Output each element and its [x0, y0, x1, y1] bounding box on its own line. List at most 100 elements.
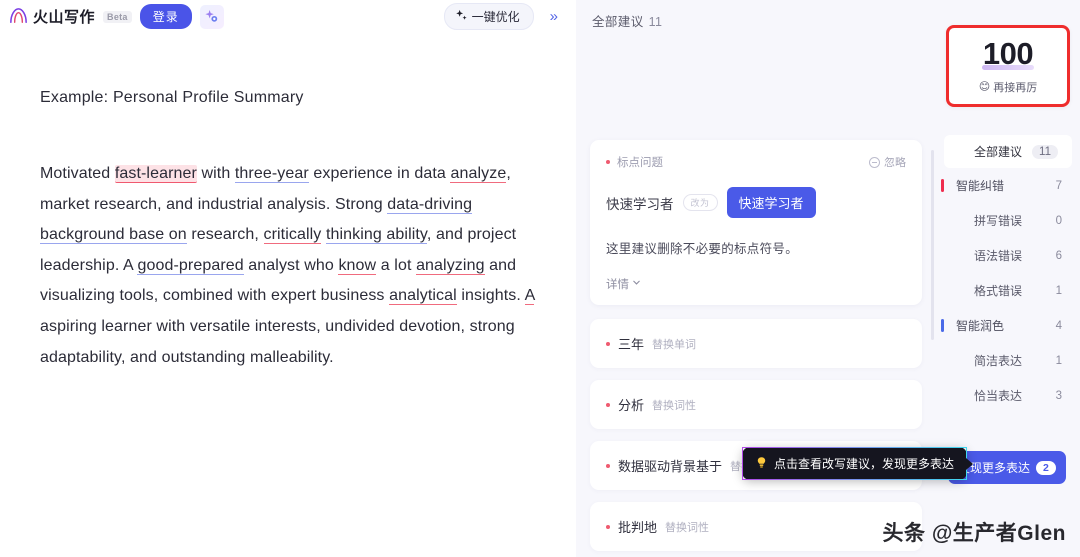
plain-text-16: a lot: [376, 256, 417, 274]
sparkle-ai-icon[interactable]: [199, 4, 224, 29]
suggestions-header-count: 11: [648, 15, 663, 29]
category-label: 格式错误: [974, 284, 1023, 298]
document-body[interactable]: Motivated fast-learner with three-year e…: [40, 159, 536, 373]
login-button[interactable]: 登录: [139, 4, 192, 29]
category-label: 语法错误: [974, 249, 1023, 263]
flagged-text-17[interactable]: analyzing: [416, 256, 485, 275]
discover-more-badge: 2: [1036, 460, 1056, 475]
category-count: 7: [1055, 179, 1062, 192]
sparkle-icon: [455, 9, 468, 25]
category-count: 4: [1055, 319, 1062, 332]
score-value: 100: [982, 35, 1034, 71]
editor-pane: 火山写作 Beta 登录 一键优化 » Example: Personal Pr…: [0, 0, 576, 557]
category-count: 3: [1055, 389, 1062, 402]
ignore-label: 忽略: [884, 157, 906, 169]
one-click-optimize-button[interactable]: 一键优化: [443, 3, 534, 30]
category-count: 1: [1055, 284, 1062, 297]
flagged-text-3[interactable]: three-year: [234, 165, 309, 183]
category-row-拼写错误[interactable]: 拼写错误 0: [936, 203, 1080, 238]
suggestion-list-item[interactable]: 三年 替换单词: [590, 319, 922, 368]
plain-text-2: with: [196, 165, 235, 182]
flagged-text-21[interactable]: A: [524, 287, 535, 306]
bullet-dot-icon: [606, 341, 610, 346]
category-color-bar: [941, 249, 944, 262]
flagged-text-13[interactable]: good-prepared: [137, 256, 244, 275]
category-label: 恰当表达: [974, 389, 1023, 403]
bullet-dot-icon: [606, 524, 610, 529]
plain-text-22: aspiring learner with versatile interest…: [40, 317, 515, 366]
suggestion-list[interactable]: 三年替换单词分析替换词性数据驱动背景基于替换词性批判地替换词性: [590, 319, 922, 551]
flagged-text-11[interactable]: thinking ability: [325, 226, 427, 245]
flagged-text-19[interactable]: analytical: [389, 287, 457, 306]
category-row-语法错误[interactable]: 语法错误 6: [936, 238, 1080, 273]
plain-text-0: Motivated: [40, 165, 115, 182]
document-title: Example: Personal Profile Summary: [40, 89, 304, 106]
score-subtitle-label: 再接再厉: [993, 81, 1038, 94]
category-color-bar: [941, 179, 944, 192]
smiley-icon: 😊: [978, 81, 991, 93]
score-subtitle: 😊 再接再厉: [979, 79, 1037, 95]
category-color-bar: [941, 214, 944, 227]
score-card: 100 😊 再接再厉: [946, 25, 1070, 107]
category-label: 拼写错误: [974, 214, 1023, 228]
flagged-text-5[interactable]: analyze: [450, 165, 507, 183]
category-row-全部建议[interactable]: 全部建议 11: [944, 135, 1072, 168]
watermark: 头条 @生产者Glen: [882, 522, 1066, 545]
flagged-text-9[interactable]: critically: [263, 226, 322, 245]
category-row-简洁表达[interactable]: 简洁表达 1: [936, 343, 1080, 378]
original-text: 快速学习者: [606, 196, 674, 212]
suggestion-card-tag-label: 标点问题: [617, 157, 663, 169]
category-row-恰当表达[interactable]: 恰当表达 3: [936, 378, 1080, 413]
suggestion-description: 这里建议删除不必要的标点符号。: [606, 242, 799, 256]
category-count: 1: [1055, 354, 1062, 367]
category-list[interactable]: 全部建议 11 智能纠错 7 拼写错误 0 语法错误 6 格式错误 1 智能润色 4 简洁表达 1 恰当表达…: [936, 135, 1080, 413]
bullet-dot-icon: [606, 160, 610, 164]
suggestion-card-header: 标点问题 忽略: [606, 154, 906, 170]
category-count: 6: [1055, 249, 1062, 262]
suggestions-header: 全部建议 11: [576, 0, 936, 30]
category-label: 简洁表达: [974, 354, 1023, 368]
suggestion-item-word: 分析: [618, 398, 645, 413]
bullet-dot-icon: [606, 402, 610, 407]
plain-text-20: insights.: [456, 287, 525, 305]
suggestion-item-type: 替换词性: [652, 399, 697, 412]
category-color-bar: [941, 284, 944, 297]
hint-tooltip-text: 点击查看改写建议，发现更多表达: [774, 457, 955, 471]
flagged-text-1[interactable]: fast-learner: [114, 165, 197, 183]
category-row-格式错误[interactable]: 格式错误 1: [936, 273, 1080, 308]
document-editor[interactable]: Example: Personal Profile Summary Motiva…: [0, 33, 576, 373]
suggestions-scroll-area[interactable]: 标点问题 忽略 快速学习者 改为 快速学习者 这里建议删除不必要的标点符号。 详…: [576, 140, 936, 557]
flagged-text-15[interactable]: know: [338, 256, 377, 275]
plain-text-8: research,: [186, 226, 264, 244]
suggestion-list-item[interactable]: 批判地 替换词性: [590, 502, 922, 551]
circle-minus-icon: [869, 156, 880, 168]
suggestion-details-toggle[interactable]: 详情: [606, 276, 641, 292]
apply-suggestion-button[interactable]: 快速学习者: [726, 187, 816, 218]
suggestion-list-item[interactable]: 分析 替换词性: [590, 380, 922, 429]
category-color-bar: [949, 145, 952, 158]
category-label: 全部建议: [974, 145, 1023, 159]
optimize-label: 一键优化: [471, 10, 520, 24]
category-label: 智能纠错: [956, 179, 1005, 193]
category-row-智能润色[interactable]: 智能润色 4: [936, 308, 1080, 343]
category-label: 智能润色: [956, 319, 1005, 333]
suggestions-scrollbar[interactable]: [931, 150, 934, 340]
replace-arrow-pill: 改为: [682, 194, 718, 211]
ignore-button[interactable]: 忽略: [869, 154, 906, 170]
category-color-bar: [941, 354, 944, 367]
suggestion-item-word: 批判地: [618, 520, 658, 535]
collapse-panel-button[interactable]: »: [542, 7, 566, 26]
suggestion-card-active[interactable]: 标点问题 忽略 快速学习者 改为 快速学习者 这里建议删除不必要的标点符号。 详…: [590, 140, 922, 305]
category-row-智能纠错[interactable]: 智能纠错 7: [936, 168, 1080, 203]
brand-logo[interactable]: 火山写作: [8, 6, 95, 27]
suggestion-fix-row: 快速学习者 改为 快速学习者: [606, 187, 906, 218]
suggestion-card-tag: 标点问题: [606, 154, 663, 170]
category-color-bar: [941, 319, 944, 332]
suggestion-item-type: 替换单词: [652, 338, 697, 351]
suggestions-header-label: 全部建议: [592, 15, 644, 29]
suggestion-item-type: 替换词性: [665, 521, 710, 534]
app-root: 火山写作 Beta 登录 一键优化 » Example: Personal Pr…: [0, 0, 1080, 557]
top-toolbar: 火山写作 Beta 登录 一键优化 »: [0, 0, 576, 33]
category-color-bar: [941, 389, 944, 402]
volcano-logo-icon: [8, 6, 29, 27]
